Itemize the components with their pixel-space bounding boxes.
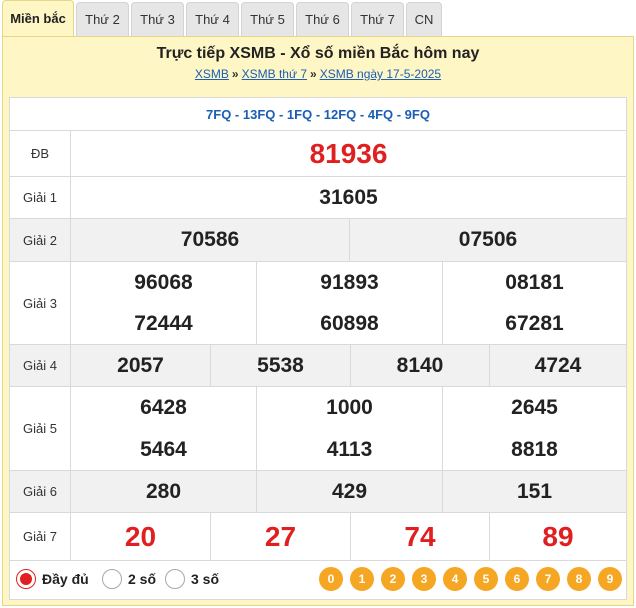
tab-cn[interactable]: CN (406, 2, 442, 36)
column-divider (442, 387, 443, 470)
breadcrumb-separator: » (310, 67, 317, 81)
prize-label: Giải 7 (10, 513, 71, 560)
prize-number: 8818 (443, 429, 626, 470)
column-divider (489, 513, 490, 560)
prize-row-g7: Giải 7 20 27 74 89 (10, 513, 626, 561)
prize-number: 08181 (443, 262, 626, 303)
breadcrumb-xsmb-date[interactable]: XSMB ngày 17-5-2025 (320, 67, 441, 81)
results-table: 7FQ - 13FQ - 1FQ - 12FQ - 4FQ - 9FQ ĐB 8… (9, 97, 627, 600)
prize-number: 89 (490, 513, 626, 560)
prize-label: Giải 4 (10, 345, 71, 386)
prize-number: 74 (351, 513, 489, 560)
digit-filter-7[interactable]: 7 (536, 567, 560, 591)
option-three-label: 3 số (191, 571, 219, 587)
prize-number: 72444 (71, 303, 256, 344)
radio-icon[interactable] (102, 569, 122, 589)
prize-row-g4: Giải 4 2057 5538 8140 4724 (10, 345, 626, 387)
column-divider (442, 471, 443, 512)
prize-number: 27 (211, 513, 350, 560)
column-divider (256, 262, 257, 344)
option-full-label: Đầy đủ (42, 571, 89, 587)
radio-icon[interactable] (165, 569, 185, 589)
prize-number: 91893 (257, 262, 442, 303)
digit-filter-3[interactable]: 3 (412, 567, 436, 591)
prize-number: 07506 (350, 219, 626, 261)
tab-thu-5[interactable]: Thứ 5 (241, 2, 294, 36)
prize-number: 429 (257, 471, 442, 512)
tab-thu-2[interactable]: Thứ 2 (76, 2, 129, 36)
prize-number: 5538 (211, 345, 350, 386)
prize-label: Giải 6 (10, 471, 71, 512)
prize-row-g3: Giải 3 96068 91893 08181 72444 60898 672… (10, 262, 626, 345)
prize-number: 280 (71, 471, 256, 512)
digit-filter-4[interactable]: 4 (443, 567, 467, 591)
digit-filter-5[interactable]: 5 (474, 567, 498, 591)
tab-thu-3[interactable]: Thứ 3 (131, 2, 184, 36)
option-full[interactable]: Đầy đủ (16, 569, 89, 589)
option-two-label: 2 số (128, 571, 156, 587)
prize-row-db: ĐB 81936 (10, 131, 626, 177)
column-divider (210, 513, 211, 560)
digit-filter-8[interactable]: 8 (567, 567, 591, 591)
tab-thu-7[interactable]: Thứ 7 (351, 2, 404, 36)
prize-number: 96068 (71, 262, 256, 303)
page-title: Trực tiếp XSMB - Xổ số miền Bắc hôm nay (3, 45, 633, 63)
tab-thu-6[interactable]: Thứ 6 (296, 2, 349, 36)
day-tabs: Miền bắc Thứ 2 Thứ 3 Thứ 4 Thứ 5 Thứ 6 T… (0, 0, 636, 36)
digit-filter-9[interactable]: 9 (598, 567, 622, 591)
prize-label: Giải 2 (10, 219, 71, 261)
special-prize-number: 81936 (71, 131, 626, 176)
prize-row-g2: Giải 2 70586 07506 (10, 219, 626, 262)
column-divider (350, 513, 351, 560)
tab-thu-4[interactable]: Thứ 4 (186, 2, 239, 36)
prize-row-g6: Giải 6 280 429 151 (10, 471, 626, 513)
breadcrumb-xsmb[interactable]: XSMB (195, 67, 229, 81)
prize-number: 70586 (71, 219, 349, 261)
column-divider (256, 471, 257, 512)
prize-number: 4724 (490, 345, 626, 386)
digit-filter-0[interactable]: 0 (319, 567, 343, 591)
prize-number: 6428 (71, 387, 256, 428)
tab-mien-bac[interactable]: Miền bắc (2, 0, 74, 36)
breadcrumb: XSMB»XSMB thứ 7»XSMB ngày 17-5-2025 (3, 67, 633, 81)
prize-number: 67281 (443, 303, 626, 344)
option-three-digits[interactable]: 3 số (165, 569, 219, 589)
column-divider (489, 345, 490, 386)
breadcrumb-xsmb-thu-7[interactable]: XSMB thứ 7 (242, 67, 307, 81)
prize-label: Giải 1 (10, 177, 71, 218)
digit-filter-2[interactable]: 2 (381, 567, 405, 591)
column-divider (442, 262, 443, 344)
digit-filter-6[interactable]: 6 (505, 567, 529, 591)
prize-number: 1000 (257, 387, 442, 428)
breadcrumb-separator: » (232, 67, 239, 81)
prize-number: 2645 (443, 387, 626, 428)
prize-label: ĐB (10, 131, 71, 176)
display-options: Đầy đủ 2 số 3 số 0 1 2 3 4 5 6 7 8 9 (10, 561, 626, 599)
results-header: Trực tiếp XSMB - Xổ số miền Bắc hôm nay … (3, 37, 633, 91)
prize-number: 8140 (351, 345, 489, 386)
prize-number: 31605 (71, 177, 626, 218)
prize-number: 60898 (257, 303, 442, 344)
prize-number: 4113 (257, 429, 442, 470)
prize-row-g5: Giải 5 6428 1000 2645 5464 4113 8818 (10, 387, 626, 471)
ticket-codes: 7FQ - 13FQ - 1FQ - 12FQ - 4FQ - 9FQ (10, 98, 626, 131)
prize-label: Giải 3 (10, 262, 71, 344)
prize-label: Giải 5 (10, 387, 71, 470)
radio-selected-icon[interactable] (16, 569, 36, 589)
prize-number: 5464 (71, 429, 256, 470)
prize-number: 20 (71, 513, 210, 560)
prize-number: 151 (443, 471, 626, 512)
prize-row-g1: Giải 1 31605 (10, 177, 626, 219)
results-panel: Trực tiếp XSMB - Xổ số miền Bắc hôm nay … (2, 36, 634, 606)
column-divider (350, 345, 351, 386)
digit-filter-1[interactable]: 1 (350, 567, 374, 591)
prize-number: 2057 (71, 345, 210, 386)
option-two-digits[interactable]: 2 số (102, 569, 156, 589)
column-divider (210, 345, 211, 386)
column-divider (256, 387, 257, 470)
